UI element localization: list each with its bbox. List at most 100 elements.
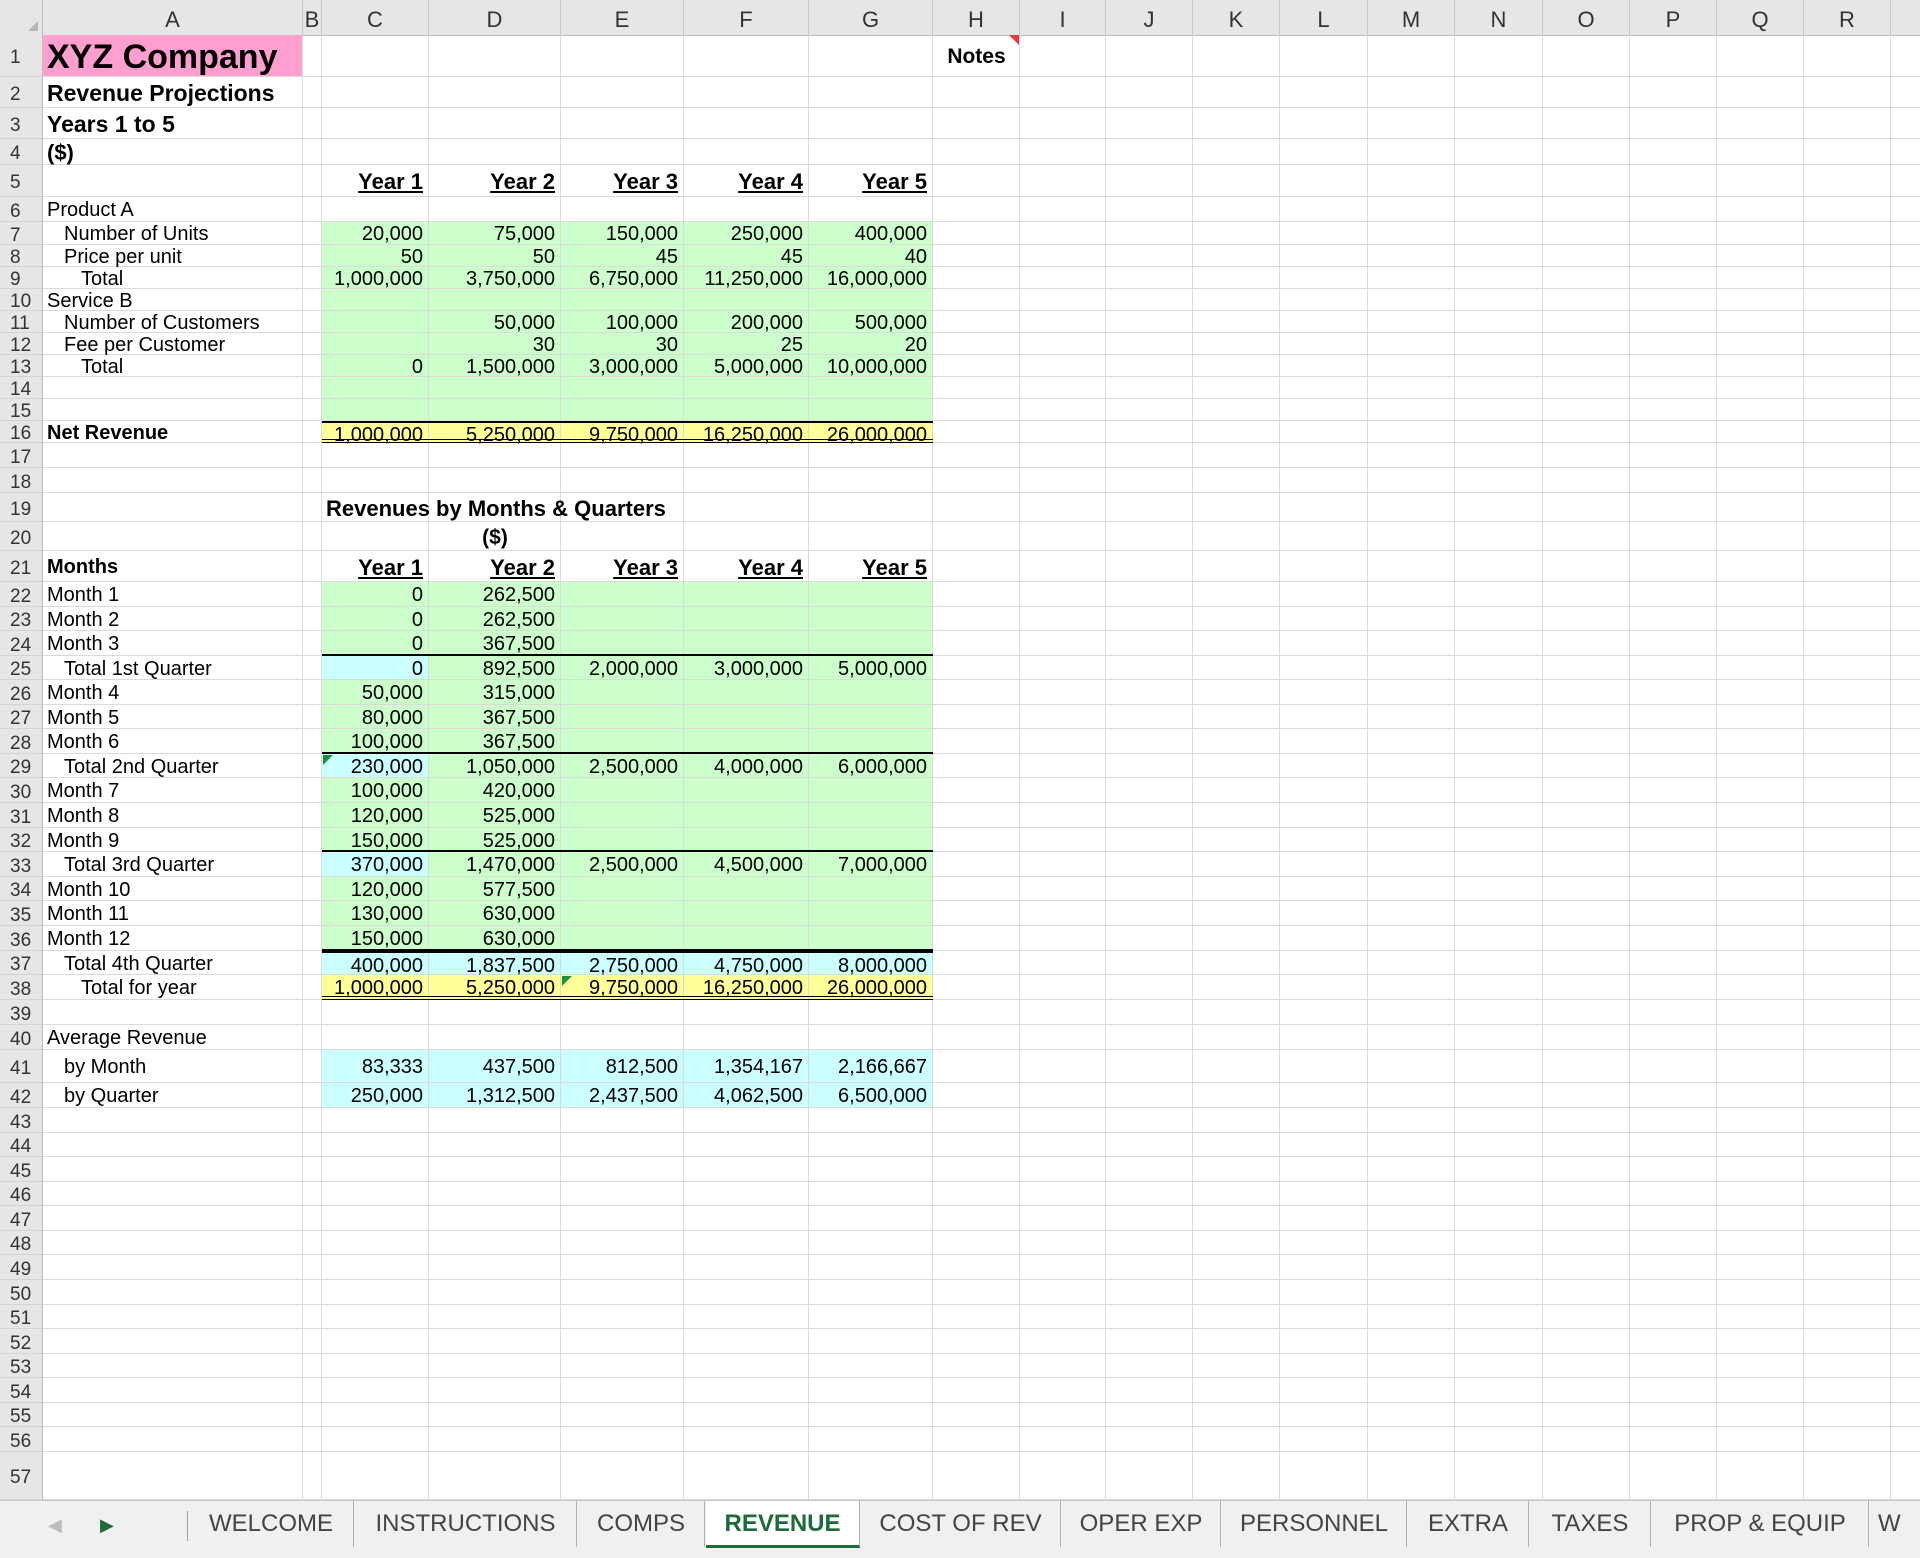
row-header-32[interactable]: 32 (0, 828, 42, 852)
row-header-57[interactable]: 57 (0, 1452, 42, 1500)
year-header[interactable]: Year 1 (322, 165, 429, 197)
section-title[interactable]: Revenues by Months & Quarters (322, 493, 684, 522)
value-cell[interactable] (684, 197, 809, 222)
row-header-16[interactable]: 16 (0, 421, 42, 444)
year-header[interactable]: Year 2 (429, 551, 561, 582)
month-value[interactable] (684, 828, 809, 852)
month-value[interactable] (684, 803, 809, 828)
month-value[interactable] (809, 729, 933, 754)
average-value[interactable]: 437,500 (429, 1050, 561, 1083)
column-header-k[interactable]: K (1193, 0, 1280, 35)
row-header-26[interactable]: 26 (0, 680, 42, 705)
value-cell[interactable] (561, 197, 684, 222)
month-value[interactable]: 120,000 (322, 877, 429, 901)
average-value[interactable]: 2,437,500 (561, 1083, 684, 1108)
month-value[interactable]: 150,000 (322, 926, 429, 951)
total-value[interactable]: 26,000,000 (809, 975, 933, 1000)
row-header-29[interactable]: 29 (0, 754, 42, 778)
net-revenue-value[interactable]: 16,250,000 (684, 421, 809, 446)
total-value[interactable]: 2,500,000 (561, 852, 684, 877)
total-value[interactable]: 6,000,000 (809, 754, 933, 778)
total-value[interactable]: 0 (322, 656, 429, 680)
row-header-9[interactable]: 9 (0, 267, 42, 290)
average-value[interactable]: 6,500,000 (809, 1083, 933, 1108)
value-cell[interactable]: 20 (809, 333, 933, 356)
month-value[interactable] (561, 680, 684, 705)
row-header-27[interactable]: 27 (0, 705, 42, 729)
value-cell[interactable]: 45 (684, 245, 809, 268)
month-label[interactable]: Month 6 (43, 729, 303, 754)
row-label[interactable]: Service B (43, 289, 303, 312)
row-header-23[interactable]: 23 (0, 607, 42, 631)
month-value[interactable] (684, 926, 809, 951)
column-header-p[interactable]: P (1630, 0, 1717, 35)
total-value[interactable]: 2,750,000 (561, 951, 684, 977)
row-header-55[interactable]: 55 (0, 1403, 42, 1427)
row-header-28[interactable]: 28 (0, 729, 42, 754)
value-cell[interactable]: 30 (561, 333, 684, 356)
row-label[interactable]: Number of Units (43, 222, 303, 245)
value-cell[interactable]: 250,000 (684, 222, 809, 245)
month-value[interactable] (809, 631, 933, 656)
month-value[interactable] (809, 877, 933, 901)
net-revenue-value[interactable]: 1,000,000 (322, 421, 429, 446)
total-value[interactable]: 9,750,000 (561, 975, 684, 1000)
net-revenue-label[interactable]: Net Revenue (43, 421, 303, 444)
net-revenue-value[interactable]: 9,750,000 (561, 421, 684, 446)
net-revenue-value[interactable]: 5,250,000 (429, 421, 561, 446)
column-header-o[interactable]: O (1543, 0, 1630, 35)
row-header-34[interactable]: 34 (0, 877, 42, 901)
total-value[interactable]: 1,000,000 (322, 975, 429, 1000)
section-units[interactable]: ($) (429, 522, 561, 551)
total-value[interactable]: 400,000 (322, 951, 429, 977)
month-value[interactable] (684, 901, 809, 926)
month-value[interactable]: 262,500 (429, 582, 561, 607)
month-value[interactable]: 525,000 (429, 803, 561, 828)
month-value[interactable] (809, 680, 933, 705)
row-header-47[interactable]: 47 (0, 1206, 42, 1231)
year-header[interactable]: Year 1 (322, 551, 429, 582)
month-label[interactable]: Month 3 (43, 631, 303, 656)
month-value[interactable] (561, 926, 684, 951)
month-value[interactable] (684, 705, 809, 729)
row-header-48[interactable]: 48 (0, 1231, 42, 1255)
total-value[interactable]: 892,500 (429, 656, 561, 680)
column-header-c[interactable]: C (322, 0, 429, 35)
month-value[interactable] (809, 582, 933, 607)
month-value[interactable] (561, 901, 684, 926)
row-header-25[interactable]: 25 (0, 656, 42, 680)
average-row-label[interactable]: by Month (43, 1050, 303, 1083)
total-value[interactable]: 1,470,000 (429, 852, 561, 877)
sheet-tab-comps[interactable]: COMPS (578, 1501, 705, 1547)
select-all-corner[interactable] (0, 0, 43, 35)
value-cell[interactable]: 10,000,000 (809, 355, 933, 378)
total-value[interactable]: 1,050,000 (429, 754, 561, 778)
total-label[interactable]: Total 2nd Quarter (43, 754, 303, 778)
units-label[interactable]: ($) (43, 139, 303, 165)
row-label[interactable]: Price per unit (43, 245, 303, 268)
row-header-8[interactable]: 8 (0, 245, 42, 268)
value-cell[interactable]: 25 (684, 333, 809, 356)
month-value[interactable] (809, 607, 933, 631)
column-header-b[interactable]: B (303, 0, 322, 35)
value-cell[interactable]: 3,750,000 (429, 267, 561, 290)
row-header-24[interactable]: 24 (0, 631, 42, 656)
month-value[interactable] (809, 803, 933, 828)
row-header-44[interactable]: 44 (0, 1133, 42, 1157)
sheet-tab-welcome[interactable]: WELCOME (189, 1501, 354, 1547)
column-header-n[interactable]: N (1455, 0, 1543, 35)
average-value[interactable]: 1,354,167 (684, 1050, 809, 1083)
month-label[interactable]: Month 12 (43, 926, 303, 951)
value-cell[interactable]: 150,000 (561, 222, 684, 245)
month-value[interactable] (809, 778, 933, 803)
value-cell[interactable]: 1,000,000 (322, 267, 429, 290)
month-value[interactable] (561, 582, 684, 607)
month-value[interactable] (684, 877, 809, 901)
total-value[interactable]: 4,500,000 (684, 852, 809, 877)
value-cell[interactable]: 1,500,000 (429, 355, 561, 378)
row-header-33[interactable]: 33 (0, 852, 42, 877)
total-value[interactable]: 2,000,000 (561, 656, 684, 680)
total-label[interactable]: Total 1st Quarter (43, 656, 303, 680)
month-value[interactable]: 80,000 (322, 705, 429, 729)
month-label[interactable]: Month 11 (43, 901, 303, 926)
